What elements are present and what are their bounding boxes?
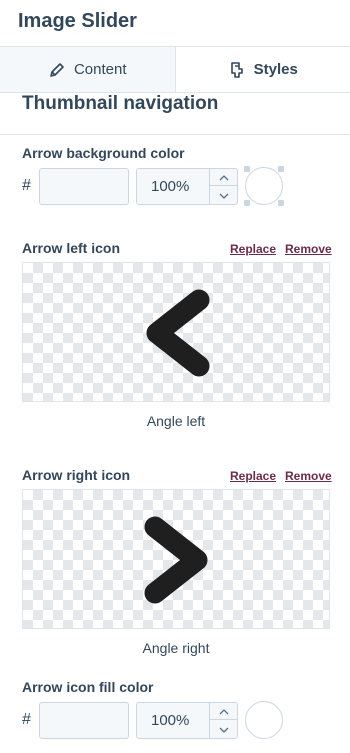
swatch-handle [278,166,284,172]
opacity-value: 100% [151,178,190,195]
arrow-background-hex-input[interactable] [39,168,129,205]
angle-left-icon [146,289,210,377]
arrow-right-icon-caption: Angle right [142,640,210,656]
arrow-background-opacity-input[interactable]: 100% [136,168,238,205]
tab-content-label: Content [73,61,127,78]
opacity-value: 100% [151,712,190,729]
swatch-handle [244,200,250,206]
arrow-right-icon-label: Arrow right icon [22,467,131,483]
opacity-stepper [209,169,237,204]
arrow-background-color-row: # 100% [0,166,350,206]
decrement-button[interactable] [210,186,237,203]
swatch-handle [278,200,284,206]
arrow-background-color-label: Arrow background color [22,145,185,161]
panel-header: Image Slider [0,0,350,46]
paint-bucket-icon [228,61,246,79]
chevron-down-icon [219,186,229,204]
arrow-background-color-swatch[interactable] [244,166,284,206]
arrow-icon-fill-color-row: # 100% [0,701,350,740]
swatch-handle [244,166,250,172]
hash-symbol: # [22,177,31,194]
tab-styles[interactable]: Styles [175,47,350,92]
tab-content[interactable]: Content [0,47,176,92]
arrow-left-icon-preview[interactable] [22,262,330,402]
pencil-icon [48,61,66,79]
section-title: Thumbnail navigation [22,93,219,114]
tab-bar: Content Styles [0,46,350,93]
tab-styles-label: Styles [253,61,298,78]
chevron-up-icon [219,702,229,720]
arrow-right-icon-preview[interactable] [22,489,330,629]
increment-button[interactable] [210,703,237,720]
arrow-fill-color-swatch[interactable] [245,701,283,739]
hash-symbol: # [22,711,31,728]
arrow-right-replace-link[interactable]: Replace [230,469,276,483]
chevron-down-icon [219,720,229,738]
arrow-icon-fill-color-label: Arrow icon fill color [22,679,154,695]
increment-button[interactable] [210,169,237,186]
section-divider [0,134,350,135]
opacity-stepper [209,703,237,738]
arrow-left-replace-link[interactable]: Replace [230,242,276,256]
arrow-right-remove-link[interactable]: Remove [285,469,332,483]
arrow-fill-opacity-input[interactable]: 100% [136,702,238,739]
angle-right-icon [144,516,208,604]
chevron-up-icon [219,168,229,186]
arrow-left-remove-link[interactable]: Remove [285,242,332,256]
decrement-button[interactable] [210,720,237,737]
arrow-left-icon-label: Arrow left icon [22,240,121,256]
arrow-fill-hex-input[interactable] [39,702,129,739]
arrow-left-icon-caption: Angle left [146,413,206,429]
panel-title: Image Slider [18,10,137,32]
